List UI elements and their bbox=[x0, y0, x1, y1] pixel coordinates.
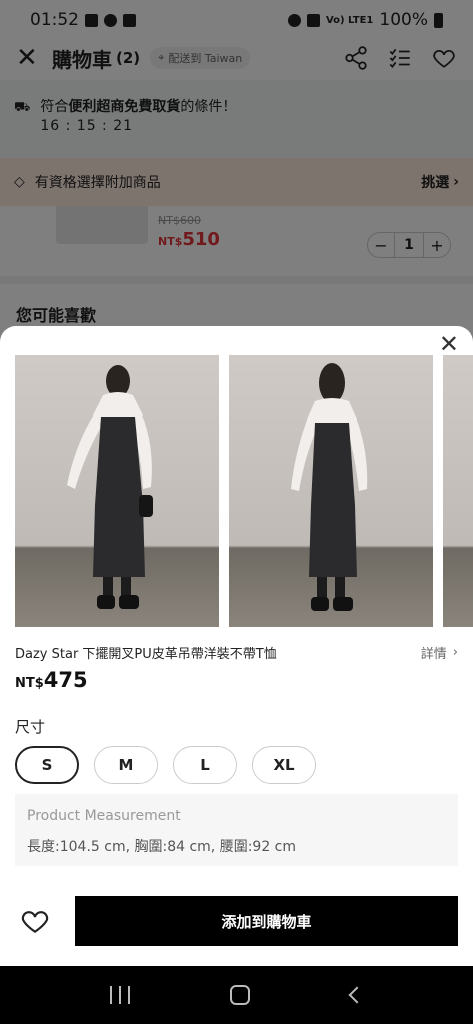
product-measurement-box: Product Measurement 長度:104.5 cm, 胸圍:84 c… bbox=[15, 794, 458, 866]
home-icon[interactable] bbox=[230, 985, 251, 1005]
size-option-m[interactable]: M bbox=[94, 746, 158, 784]
heart-icon bbox=[21, 911, 49, 933]
details-label: 詳情 bbox=[420, 647, 447, 662]
back-icon[interactable] bbox=[348, 986, 366, 1004]
price-value: 475 bbox=[43, 668, 88, 692]
wishlist-button[interactable] bbox=[15, 901, 55, 941]
model-front-figure bbox=[67, 365, 153, 609]
size-option-xl[interactable]: XL bbox=[252, 746, 316, 784]
product-name: Dazy Star 下擺開叉PU皮革吊帶洋裝不帶T恤 bbox=[15, 647, 277, 662]
product-photo-front[interactable] bbox=[15, 355, 219, 627]
product-photo-next[interactable] bbox=[443, 355, 473, 627]
details-link[interactable]: 詳情 › bbox=[421, 643, 458, 662]
product-price: NT$ 475 bbox=[15, 668, 88, 692]
android-navigation-bar bbox=[0, 966, 473, 1024]
add-to-cart-button[interactable]: 添加到購物車 bbox=[75, 896, 458, 946]
measurement-text: 長度:104.5 cm, 胸圍:84 cm, 腰圍:92 cm bbox=[27, 839, 297, 855]
size-option-s[interactable]: S bbox=[15, 746, 79, 784]
measurement-title: Product Measurement bbox=[27, 808, 181, 824]
product-quick-view-sheet: ✕ Dazy Star 下擺開叉PU皮革吊帶洋裝不帶T恤 詳情 › NT$ 47… bbox=[0, 326, 473, 966]
model-back-figure bbox=[291, 363, 368, 611]
size-label: 尺寸 bbox=[15, 718, 46, 736]
recent-apps-icon[interactable] bbox=[110, 986, 131, 1004]
sheet-footer: 添加到購物車 bbox=[0, 876, 473, 966]
product-photo-back[interactable] bbox=[229, 355, 433, 627]
size-option-l[interactable]: L bbox=[173, 746, 237, 784]
price-currency: NT$ bbox=[15, 676, 44, 691]
sheet-close-button[interactable]: ✕ bbox=[439, 332, 459, 356]
size-selector: S M L XL bbox=[15, 746, 316, 784]
chevron-right-icon: › bbox=[452, 645, 458, 660]
product-image-gallery[interactable] bbox=[15, 355, 473, 627]
